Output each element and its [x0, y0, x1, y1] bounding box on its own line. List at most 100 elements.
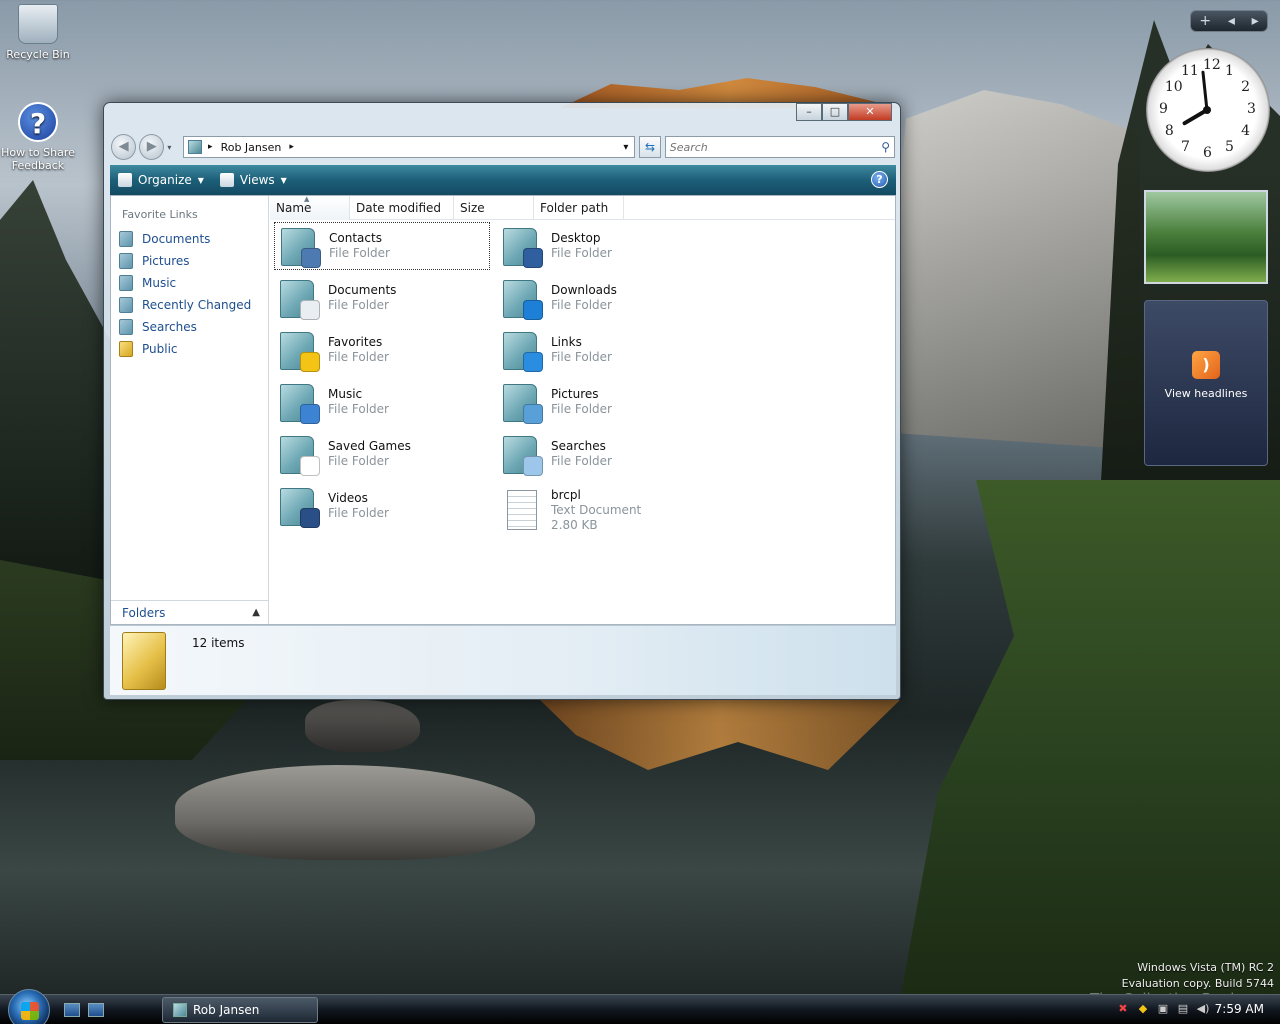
gadget-prev-button[interactable]: ◂: [1228, 13, 1235, 29]
chevron-down-icon[interactable]: ▼: [281, 176, 287, 185]
security-alert-icon[interactable]: ✖: [1116, 1002, 1130, 1016]
file-item-documents[interactable]: Documents File Folder: [274, 274, 490, 322]
folders-toggle[interactable]: Folders ▲: [111, 600, 268, 624]
folder-small-icon: [173, 1003, 187, 1017]
search-input[interactable]: [669, 140, 882, 154]
playing-card-icon: [300, 456, 320, 476]
minimize-button[interactable]: –: [796, 103, 822, 121]
forward-button[interactable]: ▶: [139, 134, 165, 160]
slideshow-gadget[interactable]: [1144, 190, 1268, 284]
defender-icon[interactable]: ▣: [1156, 1002, 1170, 1016]
folder-large-icon: [122, 632, 166, 690]
search-box[interactable]: ⚲: [664, 136, 895, 158]
favorite-link-searches[interactable]: Searches: [111, 316, 268, 338]
favorite-link-pictures[interactable]: Pictures: [111, 250, 268, 272]
help-button[interactable]: ?: [871, 171, 888, 188]
watermark-line-1: Windows Vista (TM) RC 2: [1137, 961, 1274, 974]
contact-card-icon: [301, 248, 321, 268]
music-note-icon: [300, 404, 320, 424]
start-button[interactable]: [8, 989, 50, 1024]
clock-number: 9: [1159, 101, 1168, 117]
column-header-size[interactable]: Size: [454, 196, 534, 220]
photo-icon: [523, 404, 543, 424]
file-item-name: Pictures: [551, 387, 599, 401]
folder-icon: [279, 224, 321, 268]
file-item-brcpl[interactable]: brcpl Text Document 2.80 KB: [497, 482, 713, 538]
wallpaper-cliff: [880, 90, 1140, 450]
file-item-type: File Folder: [328, 350, 389, 364]
build-watermark: Windows Vista (TM) RC 2 Evaluation copy.…: [1122, 960, 1274, 992]
back-button[interactable]: ◀: [111, 134, 137, 160]
views-button[interactable]: Views ▼: [219, 173, 287, 187]
volume-icon[interactable]: ◀): [1196, 1002, 1210, 1016]
breadcrumb-arrow[interactable]: ▸: [289, 142, 294, 152]
show-desktop-icon[interactable]: [64, 1003, 80, 1017]
views-icon: [219, 173, 234, 187]
explorer-window[interactable]: – □ ✕ ◀ ▶ ▾ ▸ Rob Jansen ▸ ▾ ⇆ ⚲ Organiz…: [103, 102, 901, 700]
file-item-saved-games[interactable]: Saved Games File Folder: [274, 430, 490, 478]
shield-icon[interactable]: ◆: [1136, 1002, 1150, 1016]
desktop-icon-recycle-bin[interactable]: Recycle Bin: [0, 4, 76, 61]
file-item-type: Text Document: [551, 502, 642, 517]
clock-number: 11: [1181, 62, 1199, 79]
file-item-contacts[interactable]: Contacts File Folder: [274, 222, 490, 270]
network-icon[interactable]: ▤: [1176, 1002, 1190, 1016]
gadget-next-button[interactable]: ▸: [1252, 13, 1259, 29]
organize-button[interactable]: Organize ▼: [118, 173, 204, 187]
clock-number: 8: [1164, 123, 1174, 139]
add-gadget-button[interactable]: +: [1199, 13, 1211, 29]
favorite-link-music[interactable]: Music: [111, 272, 268, 294]
column-header-name[interactable]: ▲ Name: [270, 195, 350, 220]
refresh-button[interactable]: ⇆: [639, 136, 661, 158]
address-bar[interactable]: ▸ Rob Jansen ▸ ▾: [183, 136, 636, 158]
favorite-link-documents[interactable]: Documents: [111, 228, 268, 250]
maximize-button[interactable]: □: [822, 103, 848, 121]
file-item-music[interactable]: Music File Folder: [274, 378, 490, 426]
favorite-link-public[interactable]: Public: [111, 338, 268, 360]
file-item-size: 2.80 KB: [551, 517, 598, 532]
column-header-date-modified[interactable]: Date modified: [350, 196, 454, 220]
file-item-favorites[interactable]: Favorites File Folder: [274, 326, 490, 374]
windows-logo-icon: [21, 1002, 39, 1020]
clock-number: 7: [1181, 139, 1190, 156]
file-item-pictures[interactable]: Pictures File Folder: [497, 378, 713, 426]
public-folder-icon: [119, 341, 133, 357]
folder-icon: [501, 328, 543, 372]
address-row: ◀ ▶ ▾ ▸ Rob Jansen ▸ ▾ ⇆ ⚲: [111, 133, 895, 161]
file-item-name: Downloads: [551, 283, 617, 297]
breadcrumb-rob-jansen[interactable]: Rob Jansen: [221, 141, 282, 154]
file-item-downloads[interactable]: Downloads File Folder: [497, 274, 713, 322]
chevron-up-icon: ▲: [252, 607, 260, 618]
feed-headlines-gadget[interactable]: ) View headlines: [1144, 300, 1268, 466]
file-item-videos[interactable]: Videos File Folder: [274, 482, 490, 530]
feed-label: View headlines: [1164, 387, 1248, 400]
wallpaper-reflection: [540, 700, 900, 770]
search-icon[interactable]: ⚲: [881, 140, 890, 154]
recent-pages-dropdown[interactable]: ▾: [167, 143, 177, 152]
taskbar-clock[interactable]: 7:59 AM: [1215, 1002, 1264, 1016]
file-item-name: brcpl: [551, 487, 581, 502]
file-item-searches[interactable]: Searches File Folder: [497, 430, 713, 478]
favorite-links-header: Favorite Links: [122, 208, 198, 221]
organize-label: Organize: [138, 173, 192, 187]
clock-minute-hand: [1201, 70, 1209, 111]
address-root-arrow[interactable]: ▸: [208, 142, 213, 152]
music-folder-icon: [119, 275, 133, 291]
title-bar[interactable]: – □ ✕: [104, 103, 900, 131]
file-item-type: File Folder: [551, 454, 612, 468]
wallpaper-meadow: [900, 480, 1280, 1000]
file-item-links[interactable]: Links File Folder: [497, 326, 713, 374]
taskbar-button-rob-jansen[interactable]: Rob Jansen: [162, 997, 318, 1023]
address-dropdown-button[interactable]: ▾: [623, 142, 628, 153]
close-button[interactable]: ✕: [848, 103, 892, 121]
link-arrow-icon: [523, 352, 543, 372]
file-item-name: Documents: [328, 283, 397, 297]
desktop-icon-share-feedback[interactable]: ? How to Share Feedback: [0, 102, 76, 172]
clock-number: 2: [1241, 79, 1251, 95]
switch-windows-icon[interactable]: [88, 1003, 104, 1017]
clock-gadget[interactable]: 1 2 3 4 5 6 7 8 9 10 11 12: [1146, 48, 1270, 172]
column-header-folder-path[interactable]: Folder path: [534, 196, 624, 220]
download-arrow-icon: [523, 300, 543, 320]
favorite-link-recently-changed[interactable]: Recently Changed: [111, 294, 268, 316]
file-item-desktop[interactable]: Desktop File Folder: [497, 222, 713, 270]
